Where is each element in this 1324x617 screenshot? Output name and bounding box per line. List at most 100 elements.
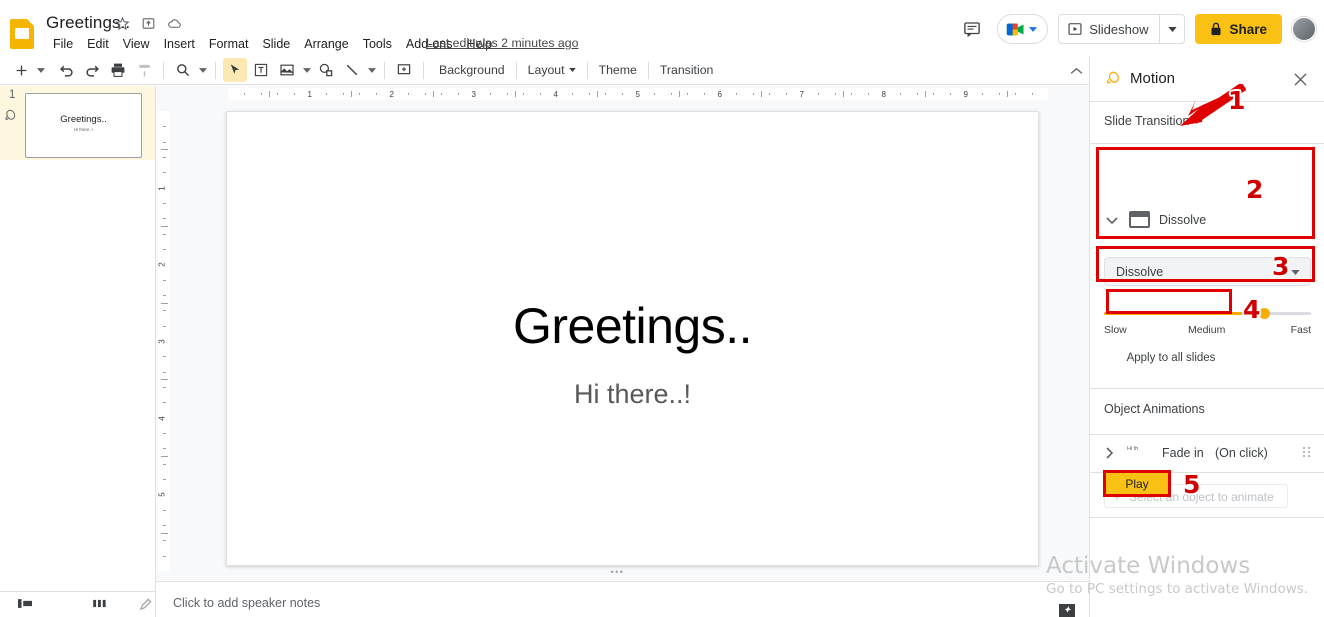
ruler-minor-tick (572, 93, 574, 95)
last-edit-status[interactable]: Last edit was 2 minutes ago (426, 36, 578, 50)
filmstrip-icon[interactable] (18, 598, 32, 609)
menu-edit[interactable]: Edit (80, 35, 116, 53)
ruler-minor-tick (163, 172, 166, 174)
speaker-notes-pane[interactable]: Click to add speaker notes (156, 581, 1089, 617)
menu-arrange[interactable]: Arrange (297, 35, 355, 53)
chevron-right-icon[interactable] (1101, 445, 1117, 461)
speed-label-medium: Medium (1188, 324, 1226, 336)
ruler-number: 8 (881, 90, 886, 99)
layout-button[interactable]: Layout (519, 59, 585, 81)
ruler-minor-tick (163, 157, 166, 158)
close-panel-button[interactable] (1289, 68, 1311, 90)
zoom-dropdown[interactable] (196, 58, 209, 82)
text-box-button[interactable] (249, 58, 273, 82)
insert-image-button[interactable] (275, 58, 299, 82)
slide-subtitle-text[interactable]: Hi there..! (227, 379, 1038, 410)
ruler-minor-tick (687, 93, 689, 95)
redo-button[interactable] (80, 58, 104, 82)
top-bar: Greetings.. File Edit View Insert Format… (0, 0, 1324, 56)
theme-button[interactable]: Theme (590, 59, 646, 81)
ruler-minor-tick (163, 218, 166, 220)
title-icon-group (115, 16, 182, 31)
add-comment-button[interactable] (392, 58, 416, 82)
ruler-minor-tick (293, 93, 295, 95)
print-button[interactable] (106, 58, 130, 82)
ruler-minor-tick (163, 387, 166, 388)
slide-icon (1129, 211, 1150, 228)
slideshow-label: Slideshow (1089, 21, 1149, 37)
shape-button[interactable] (314, 58, 338, 82)
menu-slide[interactable]: Slide (255, 35, 297, 53)
transition-type-select[interactable]: Dissolve (1104, 257, 1311, 286)
menu-format[interactable]: Format (202, 35, 256, 53)
chevron-down-icon[interactable] (1104, 212, 1120, 228)
text-box-icon (254, 63, 268, 77)
filmstrip-slide-1[interactable]: 1 Greetings.. Hi there..! (0, 86, 155, 160)
current-slide[interactable]: Greetings.. Hi there..! (226, 111, 1039, 566)
comment-icon (964, 22, 981, 38)
ruler-half-tick (597, 91, 598, 97)
paint-roller-icon (138, 64, 150, 76)
zoom-button[interactable] (171, 58, 195, 82)
ruler-minor-tick (441, 93, 443, 95)
cloud-saved-icon[interactable] (167, 16, 182, 31)
menu-tools[interactable]: Tools (356, 35, 399, 53)
ruler-number: 4 (157, 415, 167, 421)
notes-resize-handle[interactable]: ••• (611, 568, 635, 577)
transition-speed-slider[interactable]: Slow Medium Fast (1104, 308, 1311, 338)
horizontal-ruler[interactable]: 1 2 3 4 5 6 7 8 9 (156, 86, 1089, 101)
motion-panel-title: Motion (1130, 70, 1176, 87)
ruler-minor-tick (982, 93, 984, 95)
menu-insert[interactable]: Insert (157, 35, 202, 53)
user-avatar[interactable] (1292, 17, 1316, 41)
ruler-half-tick (515, 91, 516, 97)
slideshow-options-button[interactable] (1160, 14, 1186, 44)
motion-panel: Motion Slide Transition Dissolve Dissolv… (1089, 56, 1324, 617)
new-slide-dropdown[interactable] (34, 58, 47, 82)
animation-item[interactable]: Hi th Fade in (On click) (1090, 435, 1324, 472)
apply-to-all-slides-button[interactable]: Apply to all slides (1107, 347, 1235, 368)
undo-button[interactable] (54, 58, 78, 82)
ruler-minor-tick (163, 295, 166, 296)
collapse-toolbar-button[interactable] (1064, 59, 1088, 83)
vertical-ruler[interactable]: 1 2 3 4 5 (156, 101, 171, 581)
apply-to-all-slides-label: Apply to all slides (1126, 351, 1216, 364)
slider-thumb[interactable] (1259, 308, 1271, 319)
add-speaker-note-button[interactable]: ✦ (1059, 604, 1075, 617)
line-button[interactable] (340, 58, 364, 82)
transition-row[interactable]: Dissolve (1104, 211, 1206, 228)
slide-thumbnail[interactable]: Greetings.. Hi there..! (25, 93, 142, 158)
ruler-number: 3 (471, 90, 476, 99)
select-tool-button[interactable] (223, 58, 247, 82)
google-meet-button[interactable] (997, 14, 1049, 44)
ruler-half-tick (161, 456, 168, 457)
new-slide-button[interactable] (9, 58, 33, 82)
drag-handle-icon[interactable] (1303, 447, 1313, 459)
ruler-minor-tick (163, 249, 166, 250)
transition-button[interactable]: Transition (651, 59, 723, 81)
paint-format-button[interactable] (132, 58, 156, 82)
theme-label: Theme (598, 63, 637, 77)
play-animation-button[interactable]: Play (1105, 472, 1169, 495)
speaker-notes-placeholder: Click to add speaker notes (173, 596, 321, 610)
ruler-half-tick (161, 532, 168, 534)
background-button[interactable]: Background (430, 59, 514, 81)
play-label: Play (1125, 476, 1149, 491)
pencil-icon[interactable] (139, 598, 152, 611)
move-to-folder-icon[interactable] (141, 16, 156, 31)
ruler-minor-tick (834, 93, 836, 95)
slideshow-button[interactable]: Slideshow (1058, 14, 1161, 44)
ruler-half-tick (269, 91, 270, 97)
slide-title-text[interactable]: Greetings.. (227, 297, 1038, 355)
ruler-half-tick (679, 91, 680, 97)
comment-history-button[interactable] (957, 14, 987, 44)
grid-icon[interactable] (93, 599, 106, 608)
chevron-up-icon (1070, 67, 1082, 74)
menu-file[interactable]: File (46, 35, 80, 53)
line-dropdown[interactable] (365, 58, 378, 82)
insert-image-dropdown[interactable] (300, 58, 313, 82)
share-button[interactable]: Share (1195, 14, 1282, 44)
slider-fill (1104, 312, 1266, 315)
menu-view[interactable]: View (116, 35, 157, 53)
star-icon[interactable] (115, 16, 130, 31)
